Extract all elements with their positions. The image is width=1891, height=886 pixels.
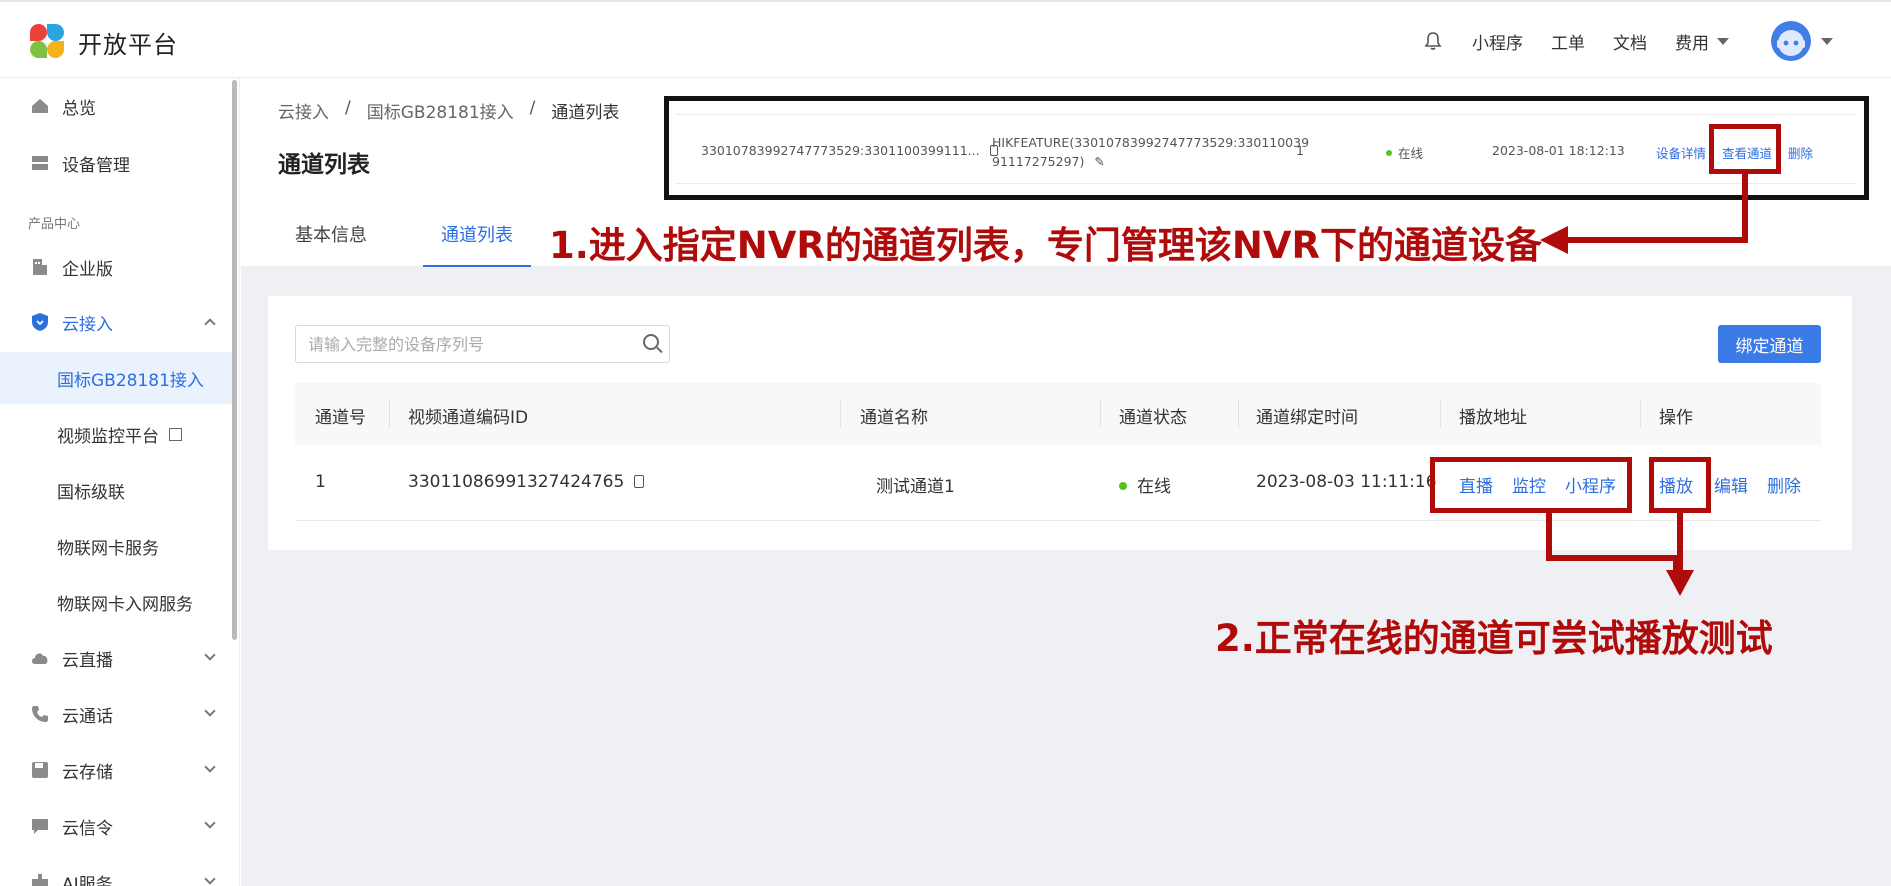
arrow-line-2	[1546, 513, 1679, 574]
annotation-note-2: 2.正常在线的通道可尝试播放测试	[1215, 617, 1773, 660]
annotation-note-1: 1.进入指定NVR的通道列表，专门管理该NVR下的通道设备	[549, 224, 1542, 267]
arrowhead-2	[1666, 570, 1694, 596]
arrow-line-1	[1560, 174, 1748, 243]
arrowhead-1	[1540, 226, 1568, 254]
annotation-arrows	[1540, 174, 1748, 596]
